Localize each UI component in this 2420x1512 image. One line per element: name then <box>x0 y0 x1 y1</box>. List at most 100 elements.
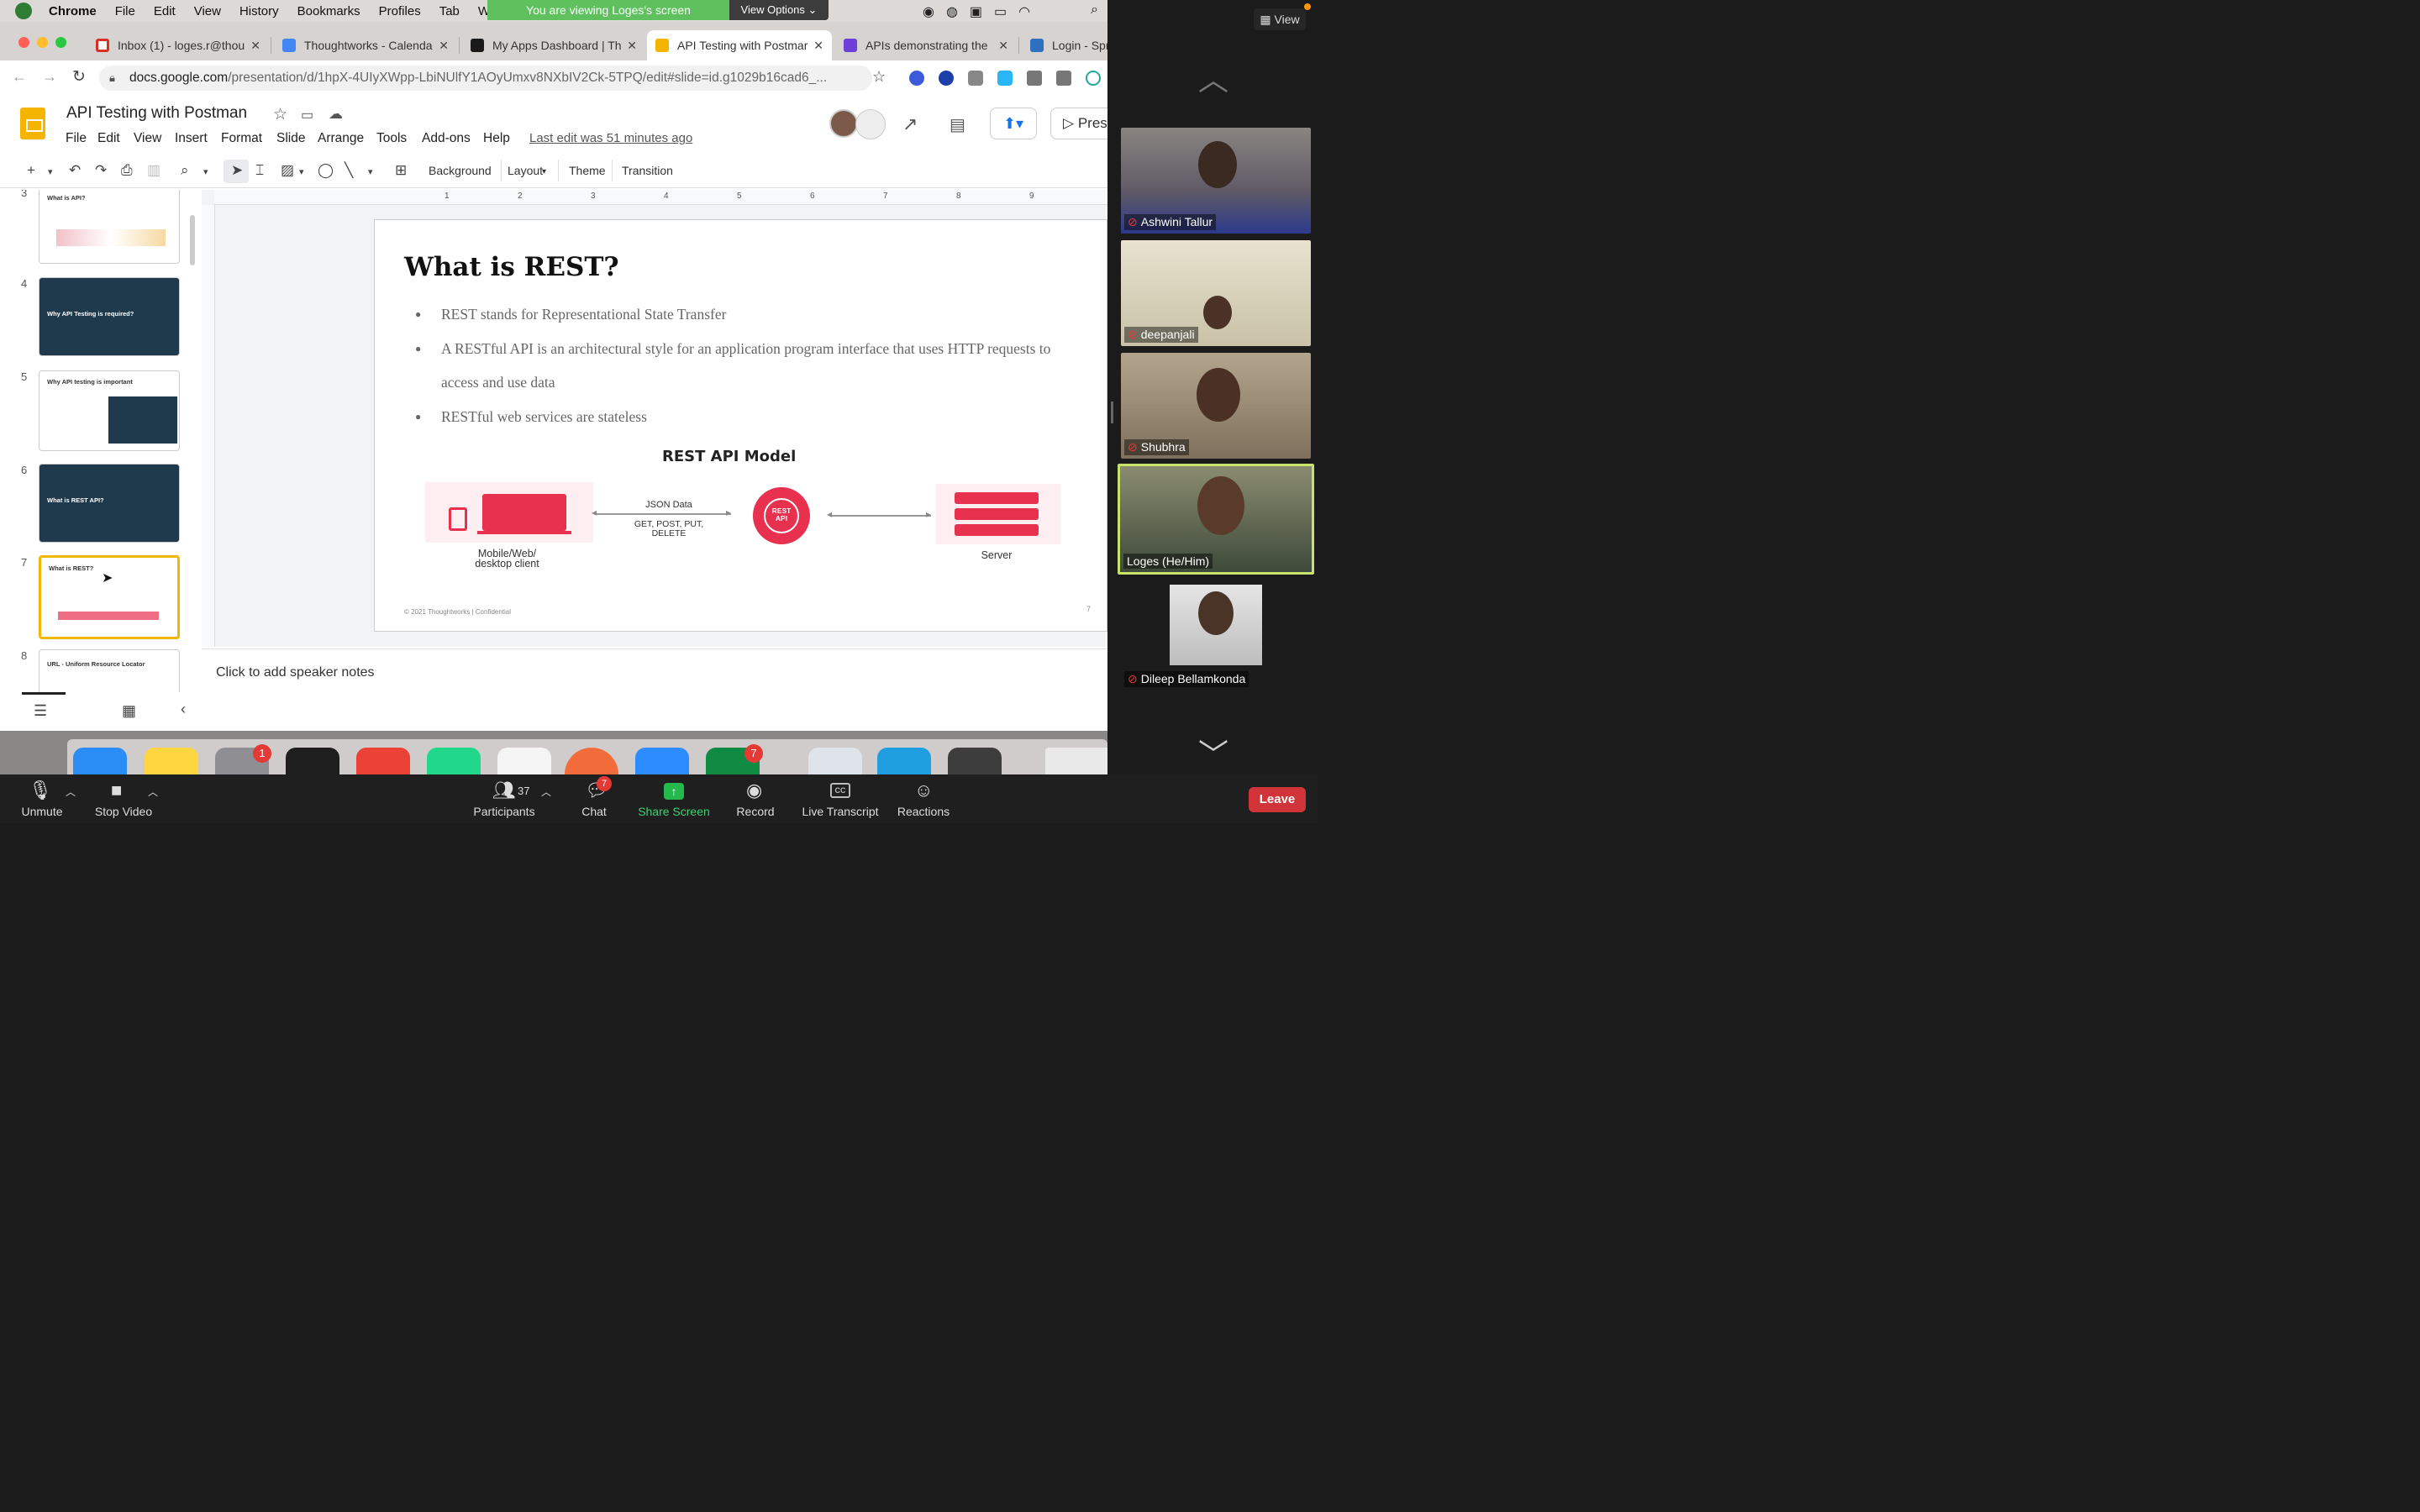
unmute-button[interactable]: Unmute <box>12 805 72 818</box>
view-button[interactable]: ▦ View <box>1254 8 1306 30</box>
browser-tab-gmail[interactable]: Inbox (1) - loges.r@thou ✕ <box>87 30 269 60</box>
new-slide-icon[interactable]: + <box>27 162 35 179</box>
theme-button[interactable]: Theme <box>569 164 606 177</box>
menubar-item-tab[interactable]: Tab <box>439 4 460 18</box>
paint-format-icon[interactable]: ▥ <box>147 162 160 179</box>
address-bar[interactable]: 🔒︎ docs.google.com/presentation/d/1hpX-4… <box>99 66 872 91</box>
bookmark-star-icon[interactable]: ☆ <box>872 68 886 86</box>
chevron-down-icon[interactable]: ▾ <box>542 167 546 176</box>
zoom-window-button[interactable] <box>55 37 66 48</box>
menu-format[interactable]: Format <box>221 131 262 146</box>
chevron-up-icon[interactable]: ︿ <box>148 785 158 799</box>
menubar-item-edit[interactable]: Edit <box>154 4 176 18</box>
slide-thumbnail[interactable]: Why API Testing is required? <box>39 277 180 356</box>
move-folder-icon[interactable]: ▭ <box>301 107 313 123</box>
extension-icon[interactable] <box>997 71 1013 86</box>
slide-thumbnail[interactable]: What is REST API? <box>39 464 180 543</box>
browser-tab-apps-dashboard[interactable]: My Apps Dashboard | Th ✕ <box>462 30 645 60</box>
close-tab-icon[interactable]: ✕ <box>439 39 449 53</box>
slide-thumbnail-selected[interactable]: What is REST? <box>39 555 180 639</box>
closed-caption-icon[interactable]: CC <box>830 783 850 798</box>
menubar-item-file[interactable]: File <box>115 4 135 18</box>
filmstrip-view-icon[interactable]: ☰ <box>34 702 47 720</box>
collapse-panel-icon[interactable]: ‹ <box>181 701 186 718</box>
scroll-down-icon[interactable]: ﹀ <box>1198 731 1228 774</box>
menu-file[interactable]: File <box>66 131 87 146</box>
menu-arrange[interactable]: Arrange <box>318 131 364 146</box>
apple-icon[interactable] <box>15 3 32 19</box>
menu-slide[interactable]: Slide <box>276 131 305 146</box>
forward-arrow-icon[interactable]: → <box>42 68 57 86</box>
transition-button[interactable]: Transition <box>622 164 673 177</box>
video-camera-icon[interactable]: ■ <box>111 780 122 801</box>
browser-tab-login[interactable]: Login - Spr <box>1022 30 1107 60</box>
spotlight-icon[interactable]: ⌕ <box>1091 3 1098 18</box>
chat-button[interactable]: Chat <box>571 805 617 818</box>
share-button[interactable]: ⬆▾ <box>990 108 1037 139</box>
participant-video[interactable]: ⊘ Dileep Bellamkonda <box>1121 585 1311 690</box>
zoom-icon[interactable]: ⌕ <box>181 162 189 179</box>
close-window-button[interactable] <box>18 37 29 48</box>
extension-icon[interactable] <box>1086 71 1101 86</box>
chevron-down-icon[interactable]: ▾ <box>48 166 53 177</box>
chevron-down-icon[interactable]: ▾ <box>203 166 208 177</box>
collaborator-avatar[interactable] <box>829 109 858 138</box>
muted-microphone-icon[interactable]: 🎙︎ <box>29 780 52 801</box>
shape-icon[interactable]: ◯ <box>318 162 334 179</box>
reload-icon[interactable]: ↻ <box>72 67 86 87</box>
close-tab-icon[interactable]: ✕ <box>627 39 637 53</box>
slide-thumbnail[interactable]: Why API testing is important <box>39 370 180 451</box>
slides-logo-icon[interactable] <box>20 108 45 139</box>
collaborators-icon[interactable] <box>855 109 886 139</box>
back-arrow-icon[interactable]: ← <box>12 68 27 86</box>
participants-button[interactable]: Participants <box>467 805 541 818</box>
close-tab-icon[interactable]: ✕ <box>998 39 1008 53</box>
chevron-up-icon[interactable]: ︿ <box>541 785 551 799</box>
star-icon[interactable]: ☆ <box>273 105 287 124</box>
participants-icon[interactable]: 👥︎ <box>492 780 516 801</box>
scroll-up-icon[interactable]: ︿ <box>1198 55 1228 99</box>
browser-tab-apis[interactable]: APIs demonstrating the ✕ <box>835 30 1017 60</box>
add-reaction-icon[interactable]: ☺ <box>914 780 933 801</box>
menubar-item-profiles[interactable]: Profiles <box>379 4 421 18</box>
background-button[interactable]: Background <box>429 164 492 177</box>
view-options-button[interactable]: View Options ⌄ <box>729 0 829 20</box>
layout-button[interactable]: Layout <box>508 164 543 177</box>
menu-addons[interactable]: Add-ons <box>422 131 471 146</box>
stop-video-button[interactable]: Stop Video <box>89 805 158 818</box>
extension-icon[interactable] <box>909 71 924 86</box>
grid-view-icon[interactable]: ▦ <box>122 702 136 720</box>
line-icon[interactable]: ╲ <box>345 162 353 179</box>
close-tab-icon[interactable]: ✕ <box>250 39 260 53</box>
record-icon[interactable]: ◉ <box>746 780 762 801</box>
share-screen-button[interactable]: Share Screen <box>635 805 713 818</box>
speaker-notes-panel[interactable] <box>202 648 1107 731</box>
redo-icon[interactable]: ↷ <box>95 162 107 179</box>
add-comment-icon[interactable]: ⊞ <box>395 162 407 179</box>
menubar-item-view[interactable]: View <box>194 4 221 18</box>
participant-video[interactable]: ⊘ Shubhra <box>1121 353 1311 459</box>
undo-icon[interactable]: ↶ <box>69 162 81 179</box>
comments-icon[interactable]: ▤ <box>950 114 965 135</box>
camera-icon[interactable] <box>1056 71 1071 86</box>
browser-tab-slides[interactable]: API Testing with Postmar ✕ <box>647 30 832 60</box>
image-icon[interactable]: ▨ <box>281 162 294 179</box>
menubar-app-name[interactable]: Chrome <box>49 4 97 18</box>
presentation-title[interactable]: API Testing with Postman <box>66 104 247 123</box>
slide-7[interactable]: What is REST? ● REST stands for Represen… <box>374 219 1107 632</box>
filmstrip-scrollbar[interactable] <box>190 215 195 265</box>
slide-title[interactable]: What is REST? <box>404 252 619 282</box>
chevron-up-icon[interactable]: ︿ <box>66 785 76 799</box>
extension-icon[interactable] <box>939 71 954 86</box>
activity-dashboard-icon[interactable]: ↗ <box>902 113 918 135</box>
minimize-window-button[interactable] <box>37 37 48 48</box>
text-box-icon[interactable]: ⌶ <box>255 162 264 179</box>
panel-resize-handle[interactable] <box>1111 402 1113 423</box>
browser-tab-calendar[interactable]: Thoughtworks - Calenda ✕ <box>274 30 457 60</box>
slide-thumbnail[interactable]: What is API? <box>39 190 180 264</box>
record-button[interactable]: Record <box>731 805 780 818</box>
active-speaker-video[interactable]: Loges (He/Him) <box>1118 464 1314 575</box>
chevron-down-icon[interactable]: ▾ <box>368 166 373 177</box>
menu-insert[interactable]: Insert <box>175 131 208 146</box>
last-edit-link[interactable]: Last edit was 51 minutes ago <box>529 131 692 145</box>
